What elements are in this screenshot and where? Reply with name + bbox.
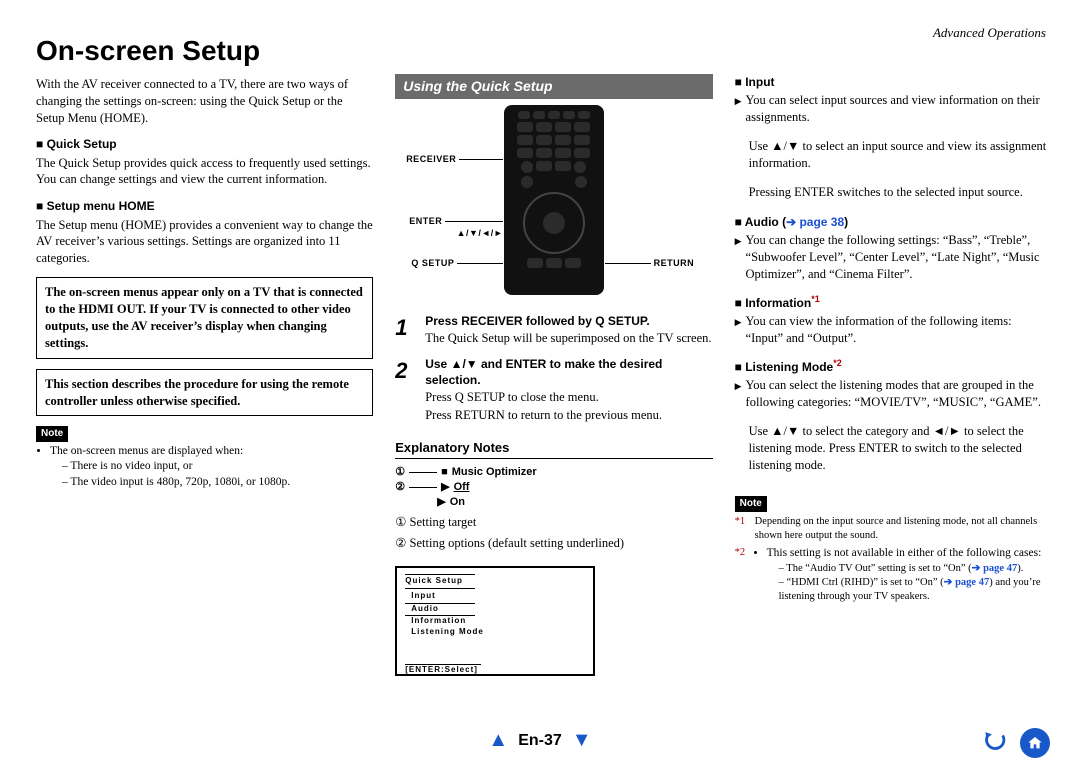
footnote-2b-pre: “HDMI Ctrl (RIHD)” is set to “On” ( (786, 577, 943, 588)
input-sub1: Use ▲/▼ to select an input source and vi… (749, 138, 1052, 172)
note-lead: The on-screen menus are displayed when: (50, 445, 243, 457)
step2-body2: Press RETURN to return to the previous m… (425, 407, 712, 424)
input-body: You can select input sources and view in… (746, 92, 1052, 126)
information-body: You can view the information of the foll… (746, 313, 1052, 347)
remote-control-icon (504, 105, 604, 295)
listening-mode-heading: Listening Mode*2 (735, 357, 1052, 375)
input-heading: Input (735, 74, 1052, 90)
quick-setup-heading: Quick Setup (36, 136, 373, 152)
expl-music-optimizer: Music Optimizer (452, 465, 537, 480)
label-enter: ENTER (409, 216, 442, 226)
remote-note-box: This section describes the procedure for… (36, 369, 373, 417)
explanatory-notes-heading: Explanatory Notes (395, 439, 712, 460)
prev-page-icon[interactable]: ▲ (488, 727, 508, 754)
expl-on: On (450, 495, 465, 510)
home-icon[interactable] (1020, 728, 1050, 758)
osd-item-input: Input (411, 591, 585, 602)
listening-mode-heading-text: Listening Mode (745, 360, 833, 374)
quick-setup-body: The Quick Setup provides quick access to… (36, 155, 373, 189)
footnote-2a-post: ). (1017, 563, 1023, 574)
note-list: The on-screen menus are displayed when: … (36, 444, 373, 491)
footnote-1: *1 Depending on the input source and lis… (735, 515, 1052, 543)
setup-menu-body: The Setup menu (HOME) provides a conveni… (36, 217, 373, 268)
listening-mode-body: You can select the listening modes that … (746, 377, 1052, 411)
input-sub2: Pressing ENTER switches to the selected … (749, 184, 1052, 201)
osd-footer: [ENTER:Select] (405, 664, 481, 677)
listening-mode-sup: *2 (833, 358, 842, 368)
audio-heading-tail: ) (844, 215, 848, 229)
label-arrows: ▲/▼/◄/► (395, 227, 503, 239)
setup-menu-heading: Setup menu HOME (36, 198, 373, 214)
audio-body: You can change the following settings: “… (746, 232, 1052, 283)
step-1: 1 Press RECEIVER followed by Q SETUP. Th… (395, 313, 712, 348)
column-right: Input You can select input sources and v… (735, 74, 1052, 676)
note-item-1: There is no video input, or (62, 459, 373, 475)
footnote-2b-link[interactable]: ➔ page 47 (944, 577, 990, 588)
legend-2: ② Setting options (default setting under… (395, 535, 712, 552)
information-sup: *1 (811, 294, 820, 304)
header-section: Advanced Operations (933, 24, 1046, 42)
audio-page-link[interactable]: ➔ page 38 (786, 215, 844, 229)
footnote-2: *2 This setting is not available in eith… (735, 546, 1052, 604)
step1-heading: Press RECEIVER followed by Q SETUP. (425, 313, 712, 329)
osd-menu-title: Quick Setup (405, 574, 475, 589)
footnote-2a-link[interactable]: ➔ page 47 (972, 563, 1018, 574)
quick-setup-section-bar: Using the Quick Setup (395, 74, 712, 99)
explanatory-legend: ① Setting target ② Setting options (defa… (395, 514, 712, 552)
back-icon[interactable] (980, 729, 1008, 757)
information-heading-text: Information (745, 296, 811, 310)
label-return: RETURN (654, 258, 695, 268)
osd-item-info: Information (411, 616, 585, 627)
information-heading: Information*1 (735, 293, 1052, 311)
audio-heading: Audio (➔ page 38) (735, 214, 1052, 230)
step-2: 2 Use ▲/▼ and ENTER to make the desired … (395, 356, 712, 425)
footnote-2a-pre: The “Audio TV Out” setting is set to “On… (786, 563, 971, 574)
osd-item-audio: Audio (411, 604, 475, 615)
footnote-1-body: Depending on the input source and listen… (755, 515, 1052, 543)
column-left: With the AV receiver connected to a TV, … (36, 74, 373, 676)
explanatory-diagram: ①■ Music Optimizer ②▶ Off ▶ On (395, 465, 712, 510)
remote-diagram: RECEIVER ENTER ▲/▼/◄/► Q SETUP RETURN (395, 105, 712, 305)
osd-item-lm: Listening Mode (411, 627, 585, 638)
note-tag: Note (36, 426, 68, 442)
column-middle: Using the Quick Setup RECEIVER ENTER ▲/▼… (395, 74, 712, 676)
footnote-2-lead: This setting is not available in either … (767, 547, 1042, 559)
step1-body: The Quick Setup will be superimposed on … (425, 330, 712, 347)
listening-mode-sub: Use ▲/▼ to select the category and ◄/► t… (749, 423, 1052, 474)
label-receiver: RECEIVER (406, 154, 456, 164)
note-item-2: The video input is 480p, 720p, 1080i, or… (62, 475, 373, 491)
hdmi-warning-box: The on-screen menus appear only on a TV … (36, 277, 373, 359)
label-qsetup: Q SETUP (411, 258, 454, 268)
legend-1: ① Setting target (395, 514, 712, 531)
osd-menu-preview: Quick Setup Input Audio Information List… (395, 566, 595, 676)
page-number: En-37 (518, 730, 562, 752)
intro-paragraph: With the AV receiver connected to a TV, … (36, 76, 373, 127)
page-footer: ▲ En-37 ▼ (0, 727, 1080, 754)
note-tag-right: Note (735, 496, 767, 512)
audio-heading-text: Audio ( (745, 215, 786, 229)
next-page-icon[interactable]: ▼ (572, 727, 592, 754)
page-title: On-screen Setup (36, 32, 1052, 70)
step2-heading: Use ▲/▼ and ENTER to make the desired se… (425, 356, 712, 388)
expl-off: Off (454, 480, 470, 495)
step2-body1: Press Q SETUP to close the menu. (425, 389, 712, 406)
